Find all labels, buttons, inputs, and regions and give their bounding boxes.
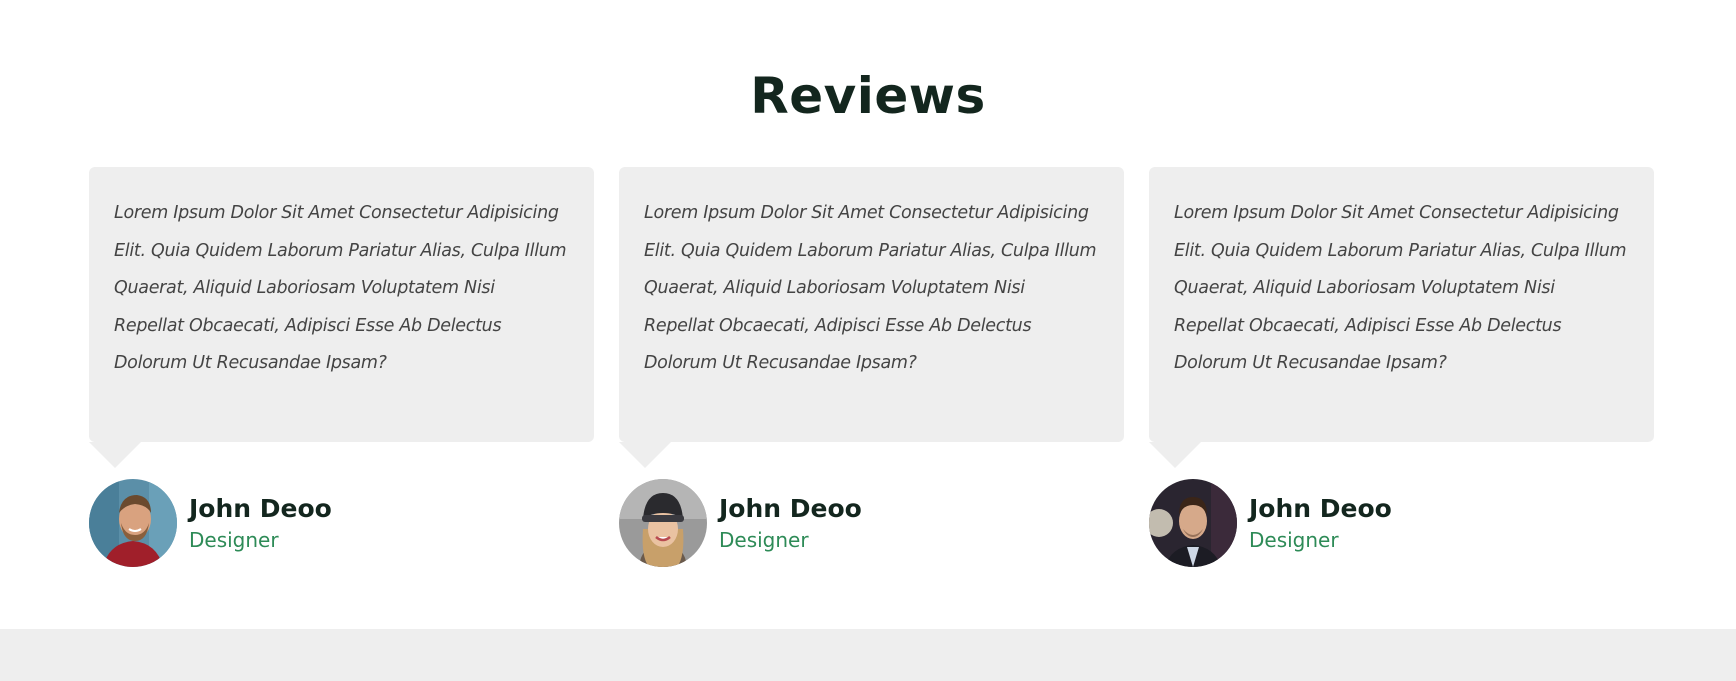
review-speech-bubble: Lorem Ipsum Dolor Sit Amet Consectetur A…: [1149, 167, 1654, 468]
reviewer-name: John Deoo: [719, 494, 862, 523]
woman-in-beanie-photo-icon: [619, 479, 707, 567]
man-with-beard-photo-icon: [89, 479, 177, 567]
avatar: [619, 479, 707, 567]
reviewer-role: Designer: [719, 528, 809, 552]
review-text: Lorem Ipsum Dolor Sit Amet Consectetur A…: [644, 203, 1097, 373]
reviewer-info: John Deoo Designer: [719, 492, 862, 554]
reviews-section: Reviews Lorem Ipsum Dolor Sit Amet Conse…: [0, 0, 1736, 629]
review-text: Lorem Ipsum Dolor Sit Amet Consectetur A…: [114, 203, 567, 373]
section-title: Reviews: [750, 67, 986, 125]
reviewer: John Deoo Designer: [1149, 479, 1392, 567]
avatar: [89, 479, 177, 567]
footer-band: [0, 629, 1736, 681]
reviewer: John Deoo Designer: [619, 479, 862, 567]
reviewer-info: John Deoo Designer: [1249, 492, 1392, 554]
reviewer-role: Designer: [1249, 528, 1339, 552]
review-speech-bubble: Lorem Ipsum Dolor Sit Amet Consectetur A…: [89, 167, 594, 468]
reviewer-role: Designer: [189, 528, 279, 552]
avatar: [1149, 479, 1237, 567]
review-text: Lorem Ipsum Dolor Sit Amet Consectetur A…: [1174, 203, 1627, 373]
man-in-suit-photo-icon: [1149, 479, 1237, 567]
review-card: Lorem Ipsum Dolor Sit Amet Consectetur A…: [89, 167, 594, 567]
review-card: Lorem Ipsum Dolor Sit Amet Consectetur A…: [1149, 167, 1654, 567]
reviewer-name: John Deoo: [1249, 494, 1392, 523]
review-speech-bubble: Lorem Ipsum Dolor Sit Amet Consectetur A…: [619, 167, 1124, 468]
reviewer-name: John Deoo: [189, 494, 332, 523]
review-card: Lorem Ipsum Dolor Sit Amet Consectetur A…: [619, 167, 1124, 567]
reviewer-info: John Deoo Designer: [189, 492, 332, 554]
reviewer: John Deoo Designer: [89, 479, 332, 567]
